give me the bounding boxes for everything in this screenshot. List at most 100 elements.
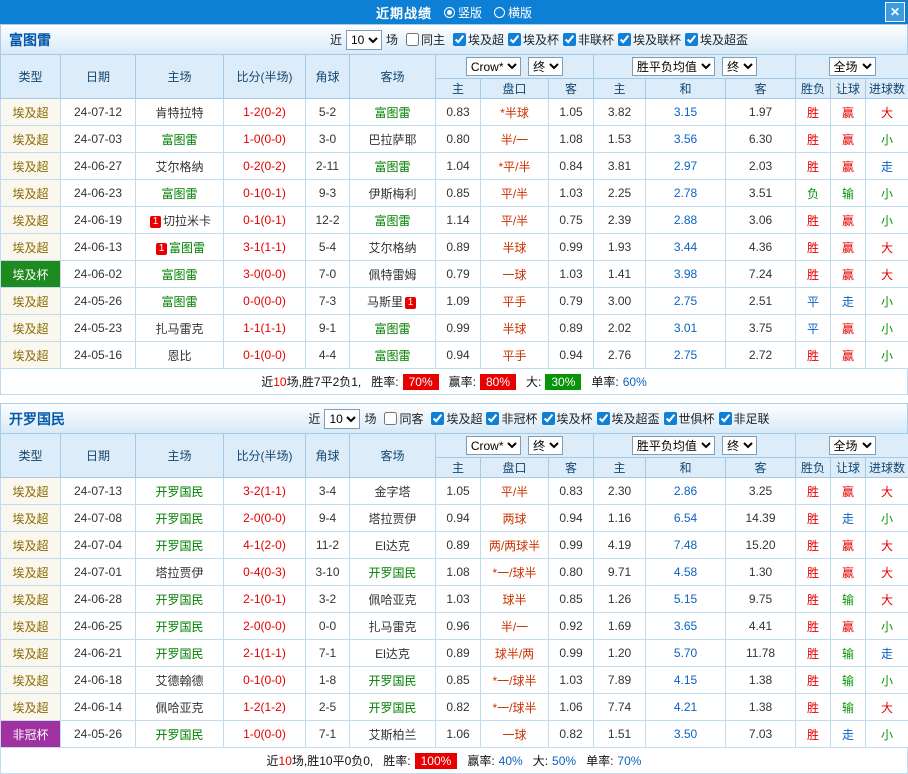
same-venue-checkbox[interactable]: 同主 xyxy=(402,31,445,48)
team-label: 艾斯柏兰 xyxy=(368,728,416,742)
match-row: 埃及超24-06-191切拉米卡0-1(0-1)12-2富图雷1.14平/半0.… xyxy=(1,207,908,234)
league-checkbox[interactable]: 埃及超 xyxy=(449,31,504,48)
match-row: 埃及超24-06-27艾尔格纳0-2(0-2)2-11富图雷1.04*平/半0.… xyxy=(1,153,908,180)
euro-away-cell: 2.03 xyxy=(726,153,796,180)
col-type: 类型 xyxy=(1,434,61,478)
summary-bar: 近10场,胜7平2负1, 胜率:70%赢率:80%大:30%单率:60% xyxy=(0,369,908,395)
same-venue-input[interactable] xyxy=(384,412,397,425)
summary-stats: 胜率:70%赢率:80%大:30%单率:60% xyxy=(365,373,647,390)
scope-select[interactable]: 全场 xyxy=(829,57,876,76)
vertical-radio-input[interactable] xyxy=(444,7,455,18)
result-cell: 胜 xyxy=(796,667,831,694)
league-checkbox[interactable]: 世俱杯 xyxy=(660,410,715,427)
bookmaker-select[interactable]: Crow* xyxy=(466,57,521,76)
euro-draw-cell: 5.70 xyxy=(646,640,726,667)
ah-period-select[interactable]: 终 xyxy=(528,57,563,76)
sub-ah-home: 主 xyxy=(436,79,481,99)
euro-period-select[interactable]: 终 xyxy=(722,57,757,76)
asian-handicap-group: Crow* 终 xyxy=(436,434,594,458)
euro-metric-select[interactable]: 胜平负均值 xyxy=(632,57,715,76)
euro-away-cell: 2.72 xyxy=(726,342,796,369)
score-cell: 1-2(0-2) xyxy=(224,99,306,126)
corner-cell: 9-4 xyxy=(306,505,350,532)
league-label: 埃及超盃 xyxy=(700,31,748,48)
home-team-cell: 开罗国民 xyxy=(136,505,224,532)
euro-draw-cell: 7.48 xyxy=(646,532,726,559)
close-button[interactable]: ✕ xyxy=(885,2,905,22)
team-label: 塔拉贾伊 xyxy=(155,566,203,580)
league-checkbox[interactable]: 埃及超盃 xyxy=(593,410,660,427)
away-team-cell: 巴拉萨耶 xyxy=(350,126,436,153)
league-checkbox-input[interactable] xyxy=(685,33,698,46)
ah-away-odds-cell: 0.99 xyxy=(549,640,594,667)
league-checkbox-input[interactable] xyxy=(431,412,444,425)
result-cell: 胜 xyxy=(796,532,831,559)
ah-period-select[interactable]: 终 xyxy=(528,436,563,455)
result-cell: 胜 xyxy=(796,261,831,288)
league-checkbox[interactable]: 埃及杯 xyxy=(504,31,559,48)
scope-select[interactable]: 全场 xyxy=(829,436,876,455)
goals-result-cell: 大 xyxy=(866,586,908,613)
ah-away-odds-cell: 0.85 xyxy=(549,586,594,613)
handicap-result-cell: 赢 xyxy=(831,207,866,234)
bookmaker-select[interactable]: Crow* xyxy=(466,436,521,455)
stat-value: 100% xyxy=(415,753,458,769)
league-checkbox-input[interactable] xyxy=(563,33,576,46)
red-card-badge: 1 xyxy=(405,297,416,309)
league-label: 埃及联杯 xyxy=(633,31,681,48)
euro-metric-select[interactable]: 胜平负均值 xyxy=(632,436,715,455)
league-checkbox[interactable]: 埃及杯 xyxy=(538,410,593,427)
sub-euro-draw: 和 xyxy=(646,458,726,478)
ah-line-cell: 半/一 xyxy=(481,126,549,153)
league-checkbox-input[interactable] xyxy=(597,412,610,425)
league-checkbox-input[interactable] xyxy=(453,33,466,46)
date-cell: 24-07-08 xyxy=(61,505,136,532)
score-cell: 1-0(0-0) xyxy=(224,126,306,153)
league-checkbox[interactable]: 非联杯 xyxy=(559,31,614,48)
league-checkbox[interactable]: 埃及联杯 xyxy=(614,31,681,48)
league-checkbox-input[interactable] xyxy=(542,412,555,425)
match-row: 埃及超24-06-14佩哈亚克1-2(1-2)2-5开罗国民0.82*一/球半1… xyxy=(1,694,908,721)
score-cell: 0-2(0-2) xyxy=(224,153,306,180)
layout-radio-vertical[interactable]: 竖版 xyxy=(444,4,482,21)
corner-cell: 9-1 xyxy=(306,315,350,342)
league-checkbox-input[interactable] xyxy=(664,412,677,425)
ah-away-odds-cell: 0.94 xyxy=(549,342,594,369)
same-venue-checkbox[interactable]: 同客 xyxy=(380,410,423,427)
away-team-cell: 开罗国民 xyxy=(350,694,436,721)
league-checkbox-input[interactable] xyxy=(508,33,521,46)
corner-cell: 3-4 xyxy=(306,478,350,505)
euro-period-select[interactable]: 终 xyxy=(722,436,757,455)
league-checkbox-input[interactable] xyxy=(486,412,499,425)
league-checkbox[interactable]: 非冠杯 xyxy=(482,410,537,427)
score-cell: 0-4(0-3) xyxy=(224,559,306,586)
away-team-cell: 开罗国民 xyxy=(350,559,436,586)
match-type-cell: 非冠杯 xyxy=(1,721,61,748)
league-checkbox-input[interactable] xyxy=(719,412,732,425)
ah-home-odds-cell: 0.83 xyxy=(436,99,481,126)
match-type-cell: 埃及超 xyxy=(1,153,61,180)
ah-home-odds-cell: 0.96 xyxy=(436,613,481,640)
league-checkbox-input[interactable] xyxy=(618,33,631,46)
date-cell: 24-06-21 xyxy=(61,640,136,667)
league-checkbox[interactable]: 埃及超 xyxy=(427,410,482,427)
ah-home-odds-cell: 1.06 xyxy=(436,721,481,748)
recent-count-select[interactable]: 10 xyxy=(346,30,382,50)
euro-draw-cell: 3.65 xyxy=(646,613,726,640)
league-label: 埃及超盃 xyxy=(612,410,660,427)
recent-count-select[interactable]: 10 xyxy=(324,409,360,429)
away-team-cell: 艾斯柏兰 xyxy=(350,721,436,748)
euro-away-cell: 1.38 xyxy=(726,667,796,694)
handicap-result-cell: 输 xyxy=(831,694,866,721)
horizontal-radio-input[interactable] xyxy=(494,7,505,18)
ah-home-odds-cell: 1.09 xyxy=(436,288,481,315)
league-checkbox[interactable]: 非足联 xyxy=(715,410,770,427)
same-venue-input[interactable] xyxy=(406,33,419,46)
league-checkbox[interactable]: 埃及超盃 xyxy=(681,31,748,48)
goals-result-cell: 大 xyxy=(866,261,908,288)
home-team-cell: 艾尔格纳 xyxy=(136,153,224,180)
home-team-cell: 恩比 xyxy=(136,342,224,369)
layout-radio-horizontal[interactable]: 横版 xyxy=(494,4,532,21)
result-cell: 胜 xyxy=(796,559,831,586)
match-type-cell: 埃及超 xyxy=(1,207,61,234)
